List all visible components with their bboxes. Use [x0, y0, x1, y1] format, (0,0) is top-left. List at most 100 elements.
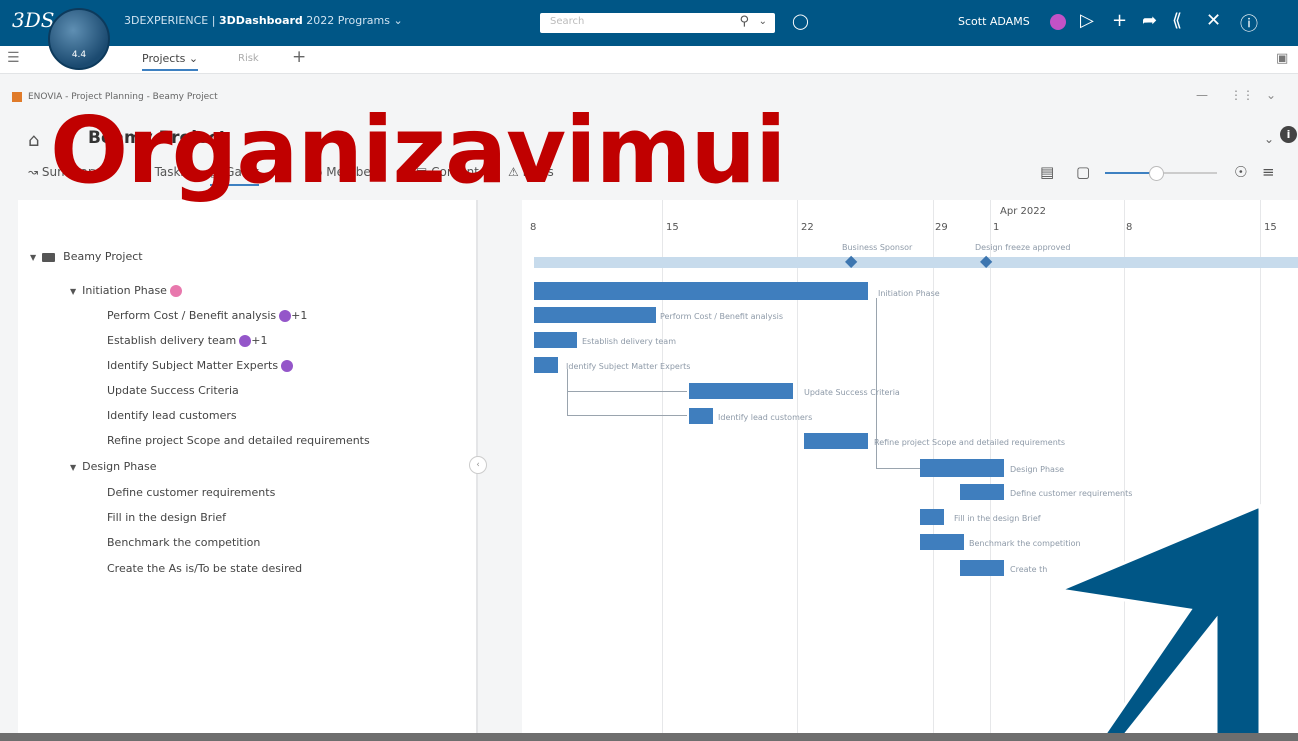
splitter-handle-icon[interactable]: ‹ [469, 456, 487, 474]
zoom-slider[interactable] [1105, 166, 1217, 181]
gantt-bar[interactable] [689, 408, 713, 424]
search-placeholder: Search [550, 16, 585, 27]
dependency-line [567, 391, 687, 392]
day-label: 15 [666, 222, 679, 233]
task-name: Update Success Criteria [107, 384, 239, 397]
tag-icon[interactable]: ◯ [792, 12, 809, 30]
bar-label: Design Phase [1010, 465, 1065, 474]
pointer-arrow-icon [1054, 503, 1262, 733]
assignee-avatar[interactable] [281, 360, 294, 372]
task-row[interactable]: Identify Subject Matter Experts [107, 359, 294, 372]
minimize-icon[interactable]: — [1196, 88, 1208, 102]
milestone-icon[interactable]: ◆ [980, 251, 992, 270]
caret-down-icon[interactable]: ▼ [70, 287, 76, 296]
search-dropdown-icon[interactable]: ⌄ [759, 16, 767, 27]
info-icon[interactable]: i [1280, 126, 1297, 143]
gantt-bar[interactable] [534, 357, 558, 373]
app-logo-icon [12, 92, 22, 102]
milestone-icon[interactable]: ◆ [845, 251, 857, 270]
network-icon[interactable]: ⟪ [1172, 10, 1182, 31]
extra-assignees[interactable]: +1 [251, 334, 267, 347]
gridline [797, 200, 798, 733]
gantt-bar[interactable] [534, 332, 577, 348]
menu-icon[interactable]: ☰ [7, 50, 20, 66]
gantt-bar[interactable] [534, 282, 868, 300]
folder-icon [42, 252, 56, 262]
eye-icon[interactable]: ☉ [1234, 163, 1247, 181]
tab-risk[interactable]: Risk [238, 53, 259, 64]
maximize-icon[interactable]: ⋮⋮ [1230, 88, 1254, 102]
extra-assignees[interactable]: +1 [291, 309, 307, 322]
chat-icon[interactable]: ▣ [1276, 51, 1288, 66]
task-row[interactable]: Fill in the design Brief [107, 511, 226, 524]
chevron-down-icon[interactable]: ⌄ [1266, 88, 1276, 102]
day-label: 29 [935, 222, 948, 233]
search-input[interactable]: Search ⚲ ⌄ [540, 13, 775, 33]
dependency-line [567, 369, 568, 415]
project-summary-bar[interactable] [534, 257, 1298, 268]
task-row[interactable]: Update Success Criteria [107, 384, 239, 397]
dependency-line [567, 415, 687, 416]
gantt-bar[interactable] [960, 560, 1004, 576]
task-name: Refine project Scope and detailed requir… [107, 434, 370, 447]
task-row[interactable]: Create the As is/To be state desired [107, 562, 302, 575]
task-name: Fill in the design Brief [107, 511, 227, 524]
task-row[interactable]: Refine project Scope and detailed requir… [107, 434, 370, 447]
caret-down-icon[interactable]: ▼ [30, 253, 36, 262]
task-row[interactable]: Identify lead customers [107, 409, 237, 422]
help-icon[interactable]: ⓘ [1240, 10, 1258, 36]
gantt-bar[interactable] [920, 534, 964, 550]
share-icon[interactable]: ➦ [1142, 10, 1157, 31]
assignee-avatar[interactable] [239, 335, 252, 347]
chevron-down-icon[interactable]: ⌄ [393, 14, 402, 27]
fit-icon[interactable]: ▢ [1076, 163, 1090, 181]
search-icon[interactable]: ⚲ [739, 14, 749, 29]
bar-label: Establish delivery team [582, 337, 676, 346]
task-row[interactable]: Define customer requirements [107, 486, 275, 499]
chevron-down-icon[interactable]: ⌄ [1264, 132, 1274, 146]
gantt-bar[interactable] [534, 307, 656, 323]
gantt-settings-icon[interactable]: ≡ [1262, 163, 1275, 181]
gantt-bar[interactable] [804, 433, 868, 449]
brand-logo: 3DS [12, 8, 55, 32]
task-name: Design Phase [82, 460, 157, 473]
gantt-bar[interactable] [960, 484, 1004, 500]
gantt-bar[interactable] [920, 509, 944, 525]
day-label: 22 [801, 222, 814, 233]
add-tab-button[interactable]: + [292, 47, 306, 67]
task-row[interactable]: Perform Cost / Benefit analysis +1 [107, 309, 307, 322]
task-row-root[interactable]: ▼ Beamy Project [30, 250, 143, 263]
user-name[interactable]: Scott ADAMS [958, 15, 1030, 28]
tab-projects[interactable]: Projects ⌄ [142, 52, 199, 71]
task-row[interactable]: Establish delivery team +1 [107, 334, 267, 347]
zoom-slider-knob[interactable] [1149, 166, 1165, 181]
dashboard-tabs: ☰ Projects ⌄ Risk + ▣ [0, 46, 1298, 74]
task-row[interactable]: ▼ Design Phase [70, 460, 156, 473]
bar-label: Initiation Phase [878, 289, 940, 298]
play-icon[interactable]: ▷ [1080, 10, 1094, 31]
task-row[interactable]: Benchmark the competition [107, 536, 260, 549]
task-name: Create the As is/To be state desired [107, 562, 303, 575]
day-label: 8 [530, 222, 537, 233]
gantt-bar[interactable] [689, 383, 793, 399]
day-label: 1 [993, 222, 1000, 233]
task-name: Benchmark the competition [107, 536, 261, 549]
calendar-icon[interactable]: ▤ [1040, 163, 1054, 181]
task-row[interactable]: ▼ Initiation Phase [70, 284, 182, 297]
compass-icon[interactable]: 4.4 [48, 8, 110, 70]
bar-label: Identify lead customers [718, 413, 813, 422]
gantt-bar[interactable] [920, 459, 1004, 477]
task-name: Define customer requirements [107, 486, 276, 499]
app-title[interactable]: 3DEXPERIENCE | 3DDashboard 2022 Programs… [124, 14, 403, 27]
app-title-suffix: 2022 Programs [302, 14, 390, 27]
assignee-avatar[interactable] [279, 310, 292, 322]
bar-label: Refine project Scope and detailed requir… [874, 438, 1066, 447]
assignee-avatar[interactable] [169, 285, 182, 297]
tools-icon[interactable]: ✕ [1206, 10, 1221, 31]
home-icon[interactable]: ⌂ [28, 130, 39, 151]
avatar[interactable] [1050, 14, 1066, 30]
app-window: 3DS 4.4 3DEXPERIENCE | 3DDashboard 2022 … [0, 0, 1298, 733]
plus-icon[interactable]: + [1112, 10, 1127, 31]
task-name: Establish delivery team [107, 334, 237, 347]
caret-down-icon[interactable]: ▼ [70, 463, 76, 472]
